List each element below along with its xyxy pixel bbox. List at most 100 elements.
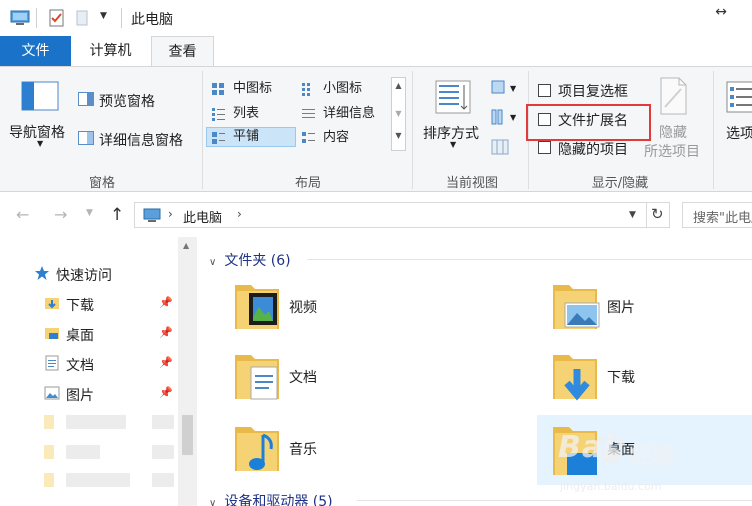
dropdown-arrow-icon[interactable]: ▼ <box>37 139 43 148</box>
folder-documents[interactable]: 文档 <box>233 347 463 409</box>
pin-icon[interactable]: 📌 <box>159 386 173 399</box>
layout-list[interactable]: 列表 <box>207 104 295 124</box>
group-label-current-view: 当前视图 <box>445 176 498 191</box>
back-arrow-icon[interactable]: ← <box>16 205 29 224</box>
breadcrumb-chevron-icon[interactable]: › <box>237 207 242 221</box>
layout-small-icons[interactable]: 小图标 <box>297 79 387 99</box>
section-header-devices[interactable]: ∨ 设备和驱动器 (5) <box>209 491 333 506</box>
expand-gallery-icon[interactable]: ▼ <box>393 131 404 140</box>
nav-quick-access[interactable]: 快速访问 <box>0 259 178 287</box>
address-history-chevron-icon[interactable]: ▼ <box>629 210 636 220</box>
address-row: ← → ▼ ↑ › 此电脑 › ▼ ↻ 搜索"此电脑" <box>0 193 752 237</box>
sort-by-icon[interactable] <box>435 79 471 115</box>
nav-item-documents[interactable]: 文档 📌 <box>0 349 178 377</box>
hidden-items-checkbox[interactable] <box>538 141 551 154</box>
pin-icon[interactable]: 📌 <box>159 326 173 339</box>
tiles-icon <box>212 132 225 144</box>
group-label-layout: 布局 <box>294 176 321 191</box>
window-title: 此电脑 <box>131 12 173 28</box>
layout-medium-icons[interactable]: 中图标 <box>207 79 295 99</box>
up-arrow-icon[interactable]: ↑ <box>110 205 124 225</box>
nav-item-downloads[interactable]: 下载 📌 <box>0 289 178 317</box>
address-bar[interactable]: › 此电脑 › ▼ ↻ <box>134 202 670 228</box>
layout-item-label: 小图标 <box>323 81 363 96</box>
tab-file[interactable]: 文件 <box>0 36 71 66</box>
nav-item-label: 文档 <box>66 358 94 374</box>
breadcrumb-this-pc[interactable]: 此电脑 <box>183 207 222 226</box>
pictures-icon <box>44 386 60 400</box>
pin-icon[interactable]: 📌 <box>159 296 173 309</box>
folder-label: 视频 <box>289 300 317 316</box>
forward-arrow-icon[interactable]: → <box>54 205 67 224</box>
chevron-down-icon[interactable]: ∨ <box>209 498 216 506</box>
section-divider <box>357 500 752 501</box>
pin-icon[interactable]: 📌 <box>159 356 173 369</box>
preview-pane-button[interactable]: 预览窗格 <box>99 91 155 111</box>
refresh-divider <box>646 203 647 227</box>
options-button[interactable]: 选项 <box>726 123 752 143</box>
redacted-nav-item <box>44 415 54 429</box>
dropdown-arrow-icon[interactable]: ▼ <box>450 140 456 149</box>
annotation-highlight-box <box>526 104 651 141</box>
layout-content[interactable]: 内容 <box>297 128 387 148</box>
group-by-icon[interactable] <box>491 80 509 96</box>
redacted-nav-item <box>152 445 174 459</box>
hide-selected-label: 所选项目 <box>644 144 700 160</box>
nav-item-pictures[interactable]: 图片 📌 <box>0 379 178 407</box>
folder-music[interactable]: 音乐 <box>233 419 463 481</box>
dropdown-arrow-icon[interactable]: ▼ <box>510 113 516 122</box>
section-header-folders[interactable]: ∨ 文件夹 (6) <box>209 250 291 270</box>
chevron-down-icon[interactable]: ∨ <box>209 257 216 268</box>
details-pane-button[interactable]: 详细信息窗格 <box>99 130 183 150</box>
new-folder-icon[interactable] <box>74 9 92 27</box>
add-columns-icon[interactable] <box>491 109 509 125</box>
redacted-nav-item <box>152 415 174 429</box>
customize-quick-access-icon[interactable]: ▼ <box>100 11 107 21</box>
preview-pane-icon <box>78 92 94 106</box>
folder-desktop[interactable]: 桌面 <box>537 415 752 485</box>
small-icons-icon <box>302 83 310 96</box>
nav-item-desktop[interactable]: 桌面 📌 <box>0 319 178 347</box>
layout-item-label: 列表 <box>233 106 260 121</box>
scroll-up-icon[interactable]: ▲ <box>393 81 404 90</box>
folder-pictures[interactable]: 图片 <box>551 277 752 339</box>
separator <box>36 8 37 28</box>
tab-view[interactable]: 查看 <box>151 36 214 67</box>
search-input[interactable]: 搜索"此电脑" <box>682 202 752 228</box>
item-checkboxes-label[interactable]: 项目复选框 <box>558 81 628 101</box>
nav-item-label: 图片 <box>66 388 94 404</box>
documents-folder-icon <box>235 355 279 400</box>
computer-icon[interactable] <box>10 9 30 27</box>
group-label-show-hide: 显示/隐藏 <box>591 176 649 191</box>
breadcrumb-chevron-icon[interactable]: › <box>168 207 173 221</box>
properties-icon[interactable] <box>48 9 66 27</box>
refresh-icon[interactable]: ↻ <box>651 205 664 223</box>
scroll-up-icon[interactable]: ▲ <box>183 241 189 250</box>
tab-computer[interactable]: 计算机 <box>77 36 144 66</box>
navigation-pane-icon[interactable] <box>21 81 59 111</box>
nav-pane-scrollbar[interactable]: ▲ <box>178 237 197 506</box>
content-pane: ∨ 文件夹 (6) 视频 图片 文档 下载 音乐 桌面 ∨ 设备和驱动器 (5) <box>197 237 752 506</box>
scrollbar-thumb[interactable] <box>182 415 193 455</box>
size-columns-icon[interactable] <box>491 139 509 155</box>
dropdown-arrow-icon[interactable]: ▼ <box>510 84 516 93</box>
scroll-down-icon[interactable]: ▼ <box>393 109 404 118</box>
folder-videos[interactable]: 视频 <box>233 277 463 339</box>
recent-locations-chevron-icon[interactable]: ▼ <box>86 208 93 218</box>
nav-item-label: 下载 <box>66 298 94 314</box>
ribbon: 导航窗格 ▼ 预览窗格 详细信息窗格 窗格 中图标 小图标 列表 详细信息 平铺… <box>0 66 752 192</box>
title-bar: ▼ 此电脑 ↔ <box>0 0 752 36</box>
redacted-nav-item <box>66 445 100 459</box>
layout-item-label: 平铺 <box>233 129 260 144</box>
options-icon[interactable] <box>726 81 752 113</box>
hidden-items-label[interactable]: 隐藏的项目 <box>558 139 628 159</box>
resize-arrows-icon[interactable]: ↔ <box>715 4 727 20</box>
layout-details[interactable]: 详细信息 <box>297 104 387 124</box>
item-checkboxes-checkbox[interactable] <box>538 84 551 97</box>
layout-tiles[interactable]: 平铺 <box>206 127 296 147</box>
redacted-nav-item <box>66 473 130 487</box>
documents-icon <box>45 355 59 371</box>
folder-downloads[interactable]: 下载 <box>551 347 752 409</box>
star-icon <box>35 266 49 280</box>
redacted-nav-item <box>66 415 126 429</box>
